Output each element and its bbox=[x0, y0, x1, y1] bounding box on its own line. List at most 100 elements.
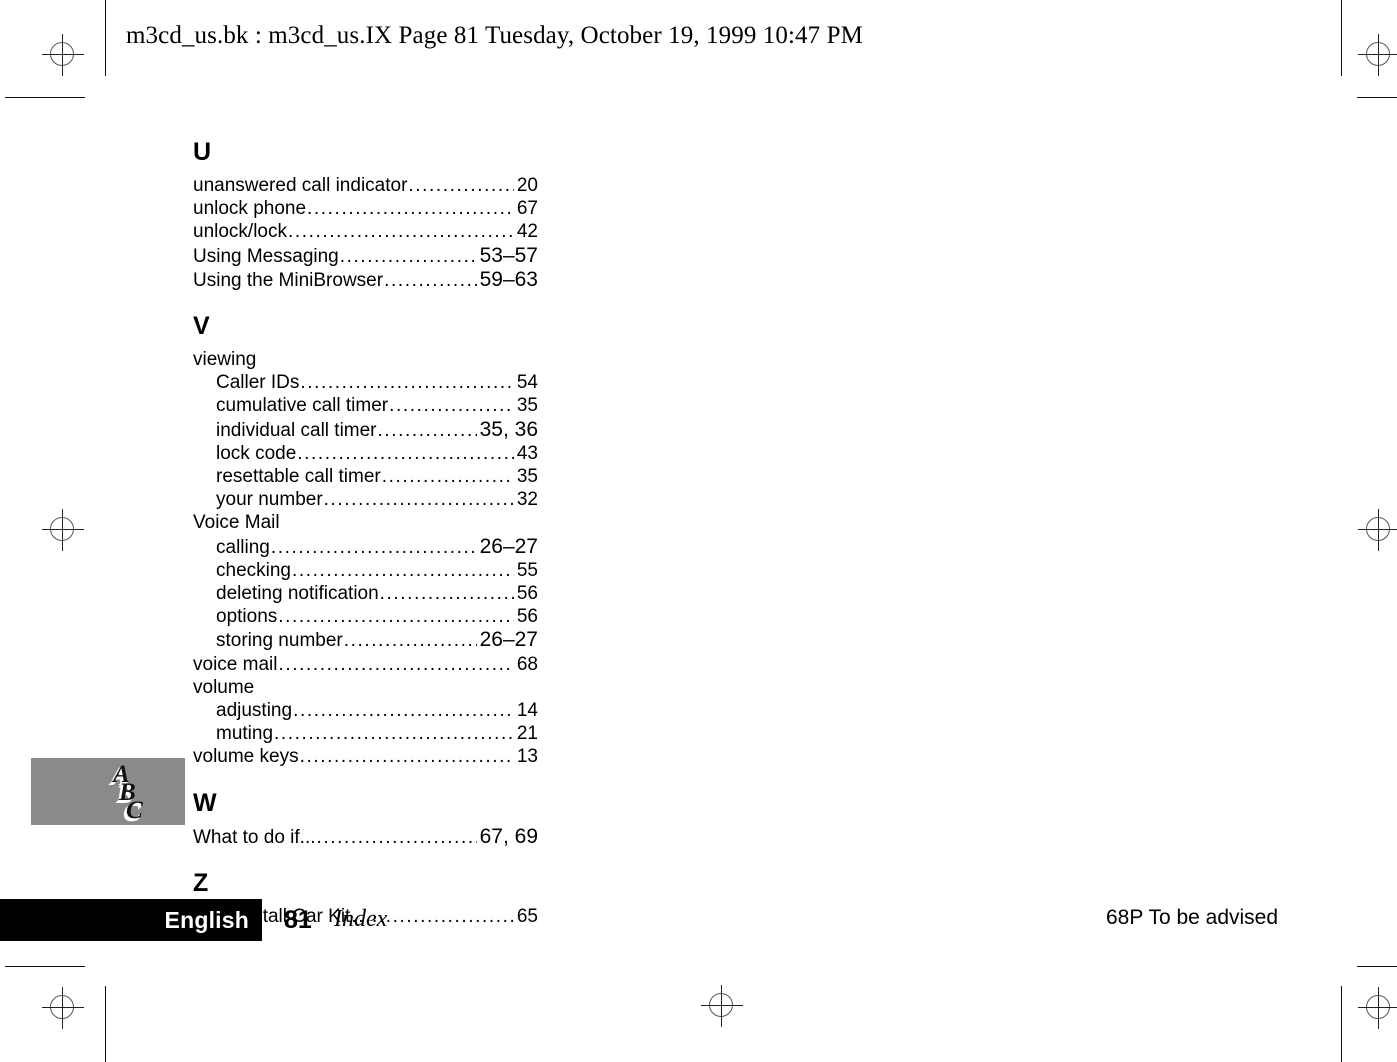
index-entry-leader: ........................................… bbox=[343, 630, 477, 652]
index-entry-pages: 68 bbox=[516, 653, 538, 675]
index-entry-leader: ........................................… bbox=[293, 700, 514, 722]
index-entry: What to do if... .......................… bbox=[193, 825, 538, 849]
index-entry-pages: 67 bbox=[516, 198, 538, 220]
index-entry: adjusting ..............................… bbox=[193, 699, 538, 722]
index-entry: unlock/lock ............................… bbox=[193, 220, 538, 243]
thumb-tab-abc: A B C bbox=[31, 758, 185, 825]
index-entry-label: Voice Mail bbox=[193, 512, 280, 534]
index-entry: calling ................................… bbox=[193, 535, 538, 559]
index-entry-label: individual call timer bbox=[216, 419, 377, 441]
index-entry-pages: 67, 69 bbox=[479, 824, 538, 848]
index-entry-label: calling bbox=[216, 536, 270, 558]
index-letter-heading: W bbox=[193, 788, 217, 817]
registration-target-icon bbox=[701, 985, 743, 1027]
crop-line-top-left-vertical bbox=[105, 0, 106, 76]
index-entry: deleting notification ..................… bbox=[193, 582, 538, 605]
crop-line-bottom-left-horizontal bbox=[5, 966, 85, 967]
index-entry-label: muting bbox=[216, 723, 274, 745]
index-entry-pages: 35 bbox=[516, 466, 538, 488]
index-entry-pages: 65 bbox=[516, 905, 538, 927]
index-letter-heading: Z bbox=[193, 868, 209, 897]
index-entry-pages: 43 bbox=[516, 442, 538, 464]
index-entry-pages: 53–57 bbox=[479, 243, 538, 267]
index-entry-label: lock code bbox=[216, 442, 297, 464]
index-entry-pages: 26–27 bbox=[479, 628, 538, 652]
index-entry-pages: 13 bbox=[516, 746, 538, 768]
index-entry-label: unanswered call indicator bbox=[193, 175, 408, 196]
index-entry-label: volume bbox=[193, 676, 255, 698]
registration-target-icon bbox=[42, 509, 84, 551]
index-entry-leader: ........................................… bbox=[379, 583, 514, 605]
index-entry-label: unlock phone bbox=[193, 198, 307, 220]
registration-target-icon bbox=[1358, 509, 1397, 551]
abc-logo-icon: A B C bbox=[99, 760, 161, 824]
index-entry-leader: ........................................… bbox=[316, 826, 477, 848]
index-entry-leader: ........................................… bbox=[384, 269, 477, 291]
index-entry-label: resettable call timer bbox=[216, 466, 381, 488]
index-entry-label: viewing bbox=[193, 349, 257, 371]
index-entry-pages: 32 bbox=[516, 489, 538, 511]
index-entry: muting .................................… bbox=[193, 722, 538, 745]
index-entry: Using Messaging ........................… bbox=[193, 244, 538, 268]
index-entry-label: deleting notification bbox=[216, 583, 379, 605]
index-entry-pages: 26–27 bbox=[479, 534, 538, 558]
index-content: Uunanswered call indicator .............… bbox=[193, 140, 538, 928]
index-entry-label: voice mail bbox=[193, 653, 278, 675]
index-entry: checking ...............................… bbox=[193, 559, 538, 582]
index-entry-pages: 56 bbox=[516, 606, 538, 628]
index-entry-label: What to do if... bbox=[193, 826, 316, 848]
index-entry-label: Using Messaging bbox=[193, 245, 339, 267]
index-entry-label: adjusting bbox=[216, 700, 293, 722]
index-entry: individual call timer ..................… bbox=[193, 418, 538, 442]
registration-target-icon bbox=[42, 987, 84, 1029]
index-entry-leader: ........................................… bbox=[274, 723, 514, 745]
index-entry-label: storing number bbox=[216, 630, 343, 652]
index-entry-pages: 42 bbox=[516, 221, 538, 243]
index-entry: Caller IDs .............................… bbox=[193, 371, 538, 394]
index-entry: storing number .........................… bbox=[193, 628, 538, 652]
index-entry: Voice Mail .............................… bbox=[193, 511, 538, 534]
index-entry-pages: 35 bbox=[516, 395, 538, 417]
index-entry: volume keys ............................… bbox=[193, 745, 538, 768]
index-entry-label: volume keys bbox=[193, 746, 299, 768]
index-entry-leader: ........................................… bbox=[339, 245, 477, 267]
index-entry: volume .................................… bbox=[193, 676, 538, 699]
index-entry: unlock phone ...........................… bbox=[193, 197, 538, 220]
index-entry: resettable call timer ..................… bbox=[193, 465, 538, 488]
index-entry: viewing ................................… bbox=[193, 348, 538, 371]
index-entry-leader: ........................................… bbox=[408, 175, 513, 196]
index-entry-label: options bbox=[216, 606, 278, 628]
index-entry-leader: ........................................… bbox=[292, 559, 514, 581]
index-entry: Using the MiniBrowser ..................… bbox=[193, 268, 538, 292]
footer-section-name: Index bbox=[334, 906, 388, 932]
index-letter-heading: U bbox=[193, 138, 212, 166]
index-entry-leader: ........................................… bbox=[299, 746, 514, 768]
registration-target-icon bbox=[1358, 34, 1397, 76]
index-entry: cumulative call timer ..................… bbox=[193, 394, 538, 417]
registration-target-icon bbox=[42, 34, 84, 76]
index-letter-heading: V bbox=[193, 312, 210, 341]
index-entry-leader: ........................................… bbox=[270, 536, 477, 558]
index-entry-label: Caller IDs bbox=[216, 372, 300, 394]
index-entry-pages: 20 bbox=[516, 175, 538, 196]
index-entry: lock code ..............................… bbox=[193, 442, 538, 465]
index-entry: your number ............................… bbox=[193, 488, 538, 511]
footer-language-bar: English bbox=[0, 899, 262, 941]
footer-language-label: English bbox=[164, 907, 249, 933]
footer-right-note: 68P To be advised bbox=[1106, 906, 1279, 929]
index-entry-leader: ........................................… bbox=[297, 442, 514, 464]
page-header-slug: m3cd_us.bk : m3cd_us.IX Page 81 Tuesday,… bbox=[126, 22, 863, 49]
crop-line-top-left-horizontal bbox=[5, 97, 85, 98]
index-entry-leader: ........................................… bbox=[323, 489, 514, 511]
index-entry-leader: ........................................… bbox=[288, 221, 514, 243]
index-entry-leader: ........................................… bbox=[278, 653, 513, 675]
index-entry-pages: 55 bbox=[516, 559, 538, 581]
index-entry-leader: ........................................… bbox=[307, 198, 514, 220]
index-entry: voice mail .............................… bbox=[193, 653, 538, 676]
index-entry: options ................................… bbox=[193, 605, 538, 628]
index-entry: unanswered call indicator ..............… bbox=[193, 174, 538, 197]
index-entry-label: cumulative call timer bbox=[216, 395, 389, 417]
index-entry-leader: ........................................… bbox=[377, 419, 477, 441]
index-entry-leader: ........................................… bbox=[300, 372, 514, 394]
index-entry-label: checking bbox=[216, 559, 291, 581]
